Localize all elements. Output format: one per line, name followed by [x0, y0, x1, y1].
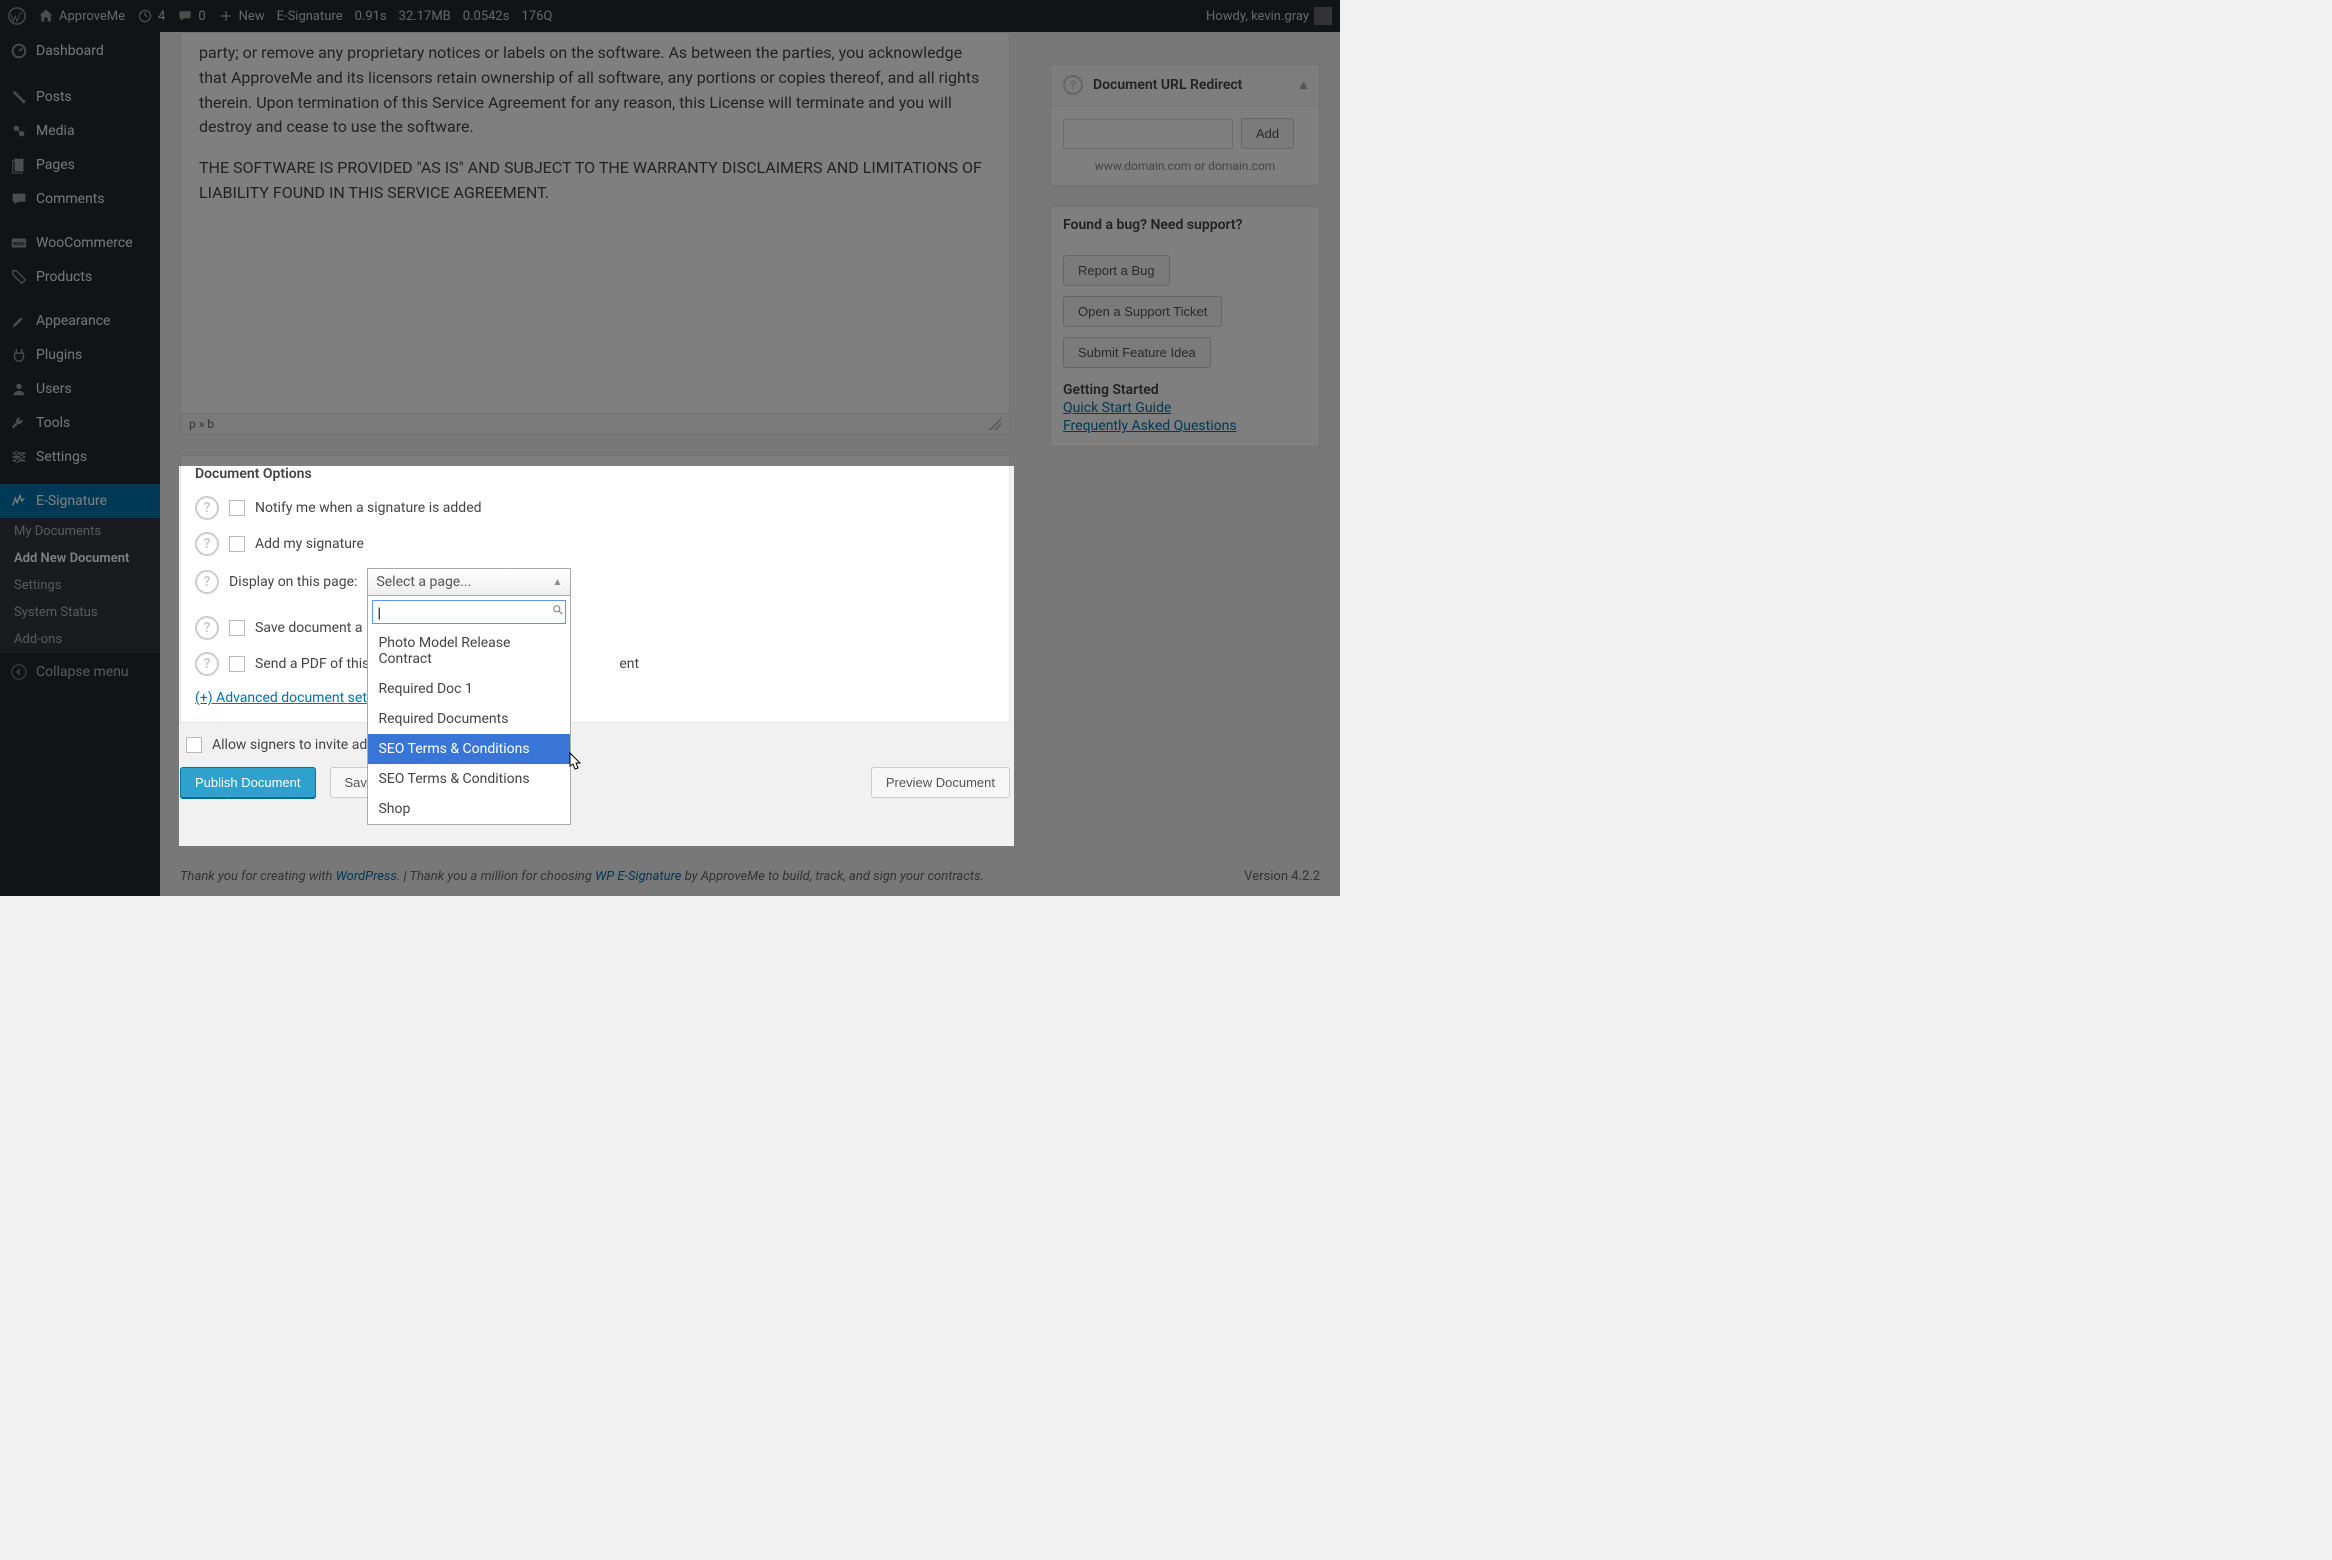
notify-checkbox[interactable]: [229, 500, 245, 516]
sidebar-item-comments[interactable]: Comments: [0, 182, 160, 216]
add-redirect-button[interactable]: Add: [1241, 118, 1294, 149]
panel-toggle-icon[interactable]: ▴: [1300, 77, 1307, 93]
stat-queries: 176Q: [521, 9, 552, 24]
help-icon[interactable]: ?: [195, 616, 219, 640]
sidebar-item-pages[interactable]: Pages: [0, 148, 160, 182]
send-pdf-checkbox[interactable]: [229, 656, 245, 672]
resize-handle-icon[interactable]: [989, 418, 1001, 430]
allow-invite-checkbox[interactable]: [186, 737, 202, 753]
add-signature-label: Add my signature: [255, 536, 364, 552]
support-title: Found a bug? Need support?: [1063, 217, 1242, 233]
sidebar-item-media[interactable]: Media: [0, 114, 160, 148]
comments-count[interactable]: 0: [177, 8, 205, 24]
open-ticket-button[interactable]: Open a Support Ticket: [1063, 296, 1222, 327]
document-options-title: Document Options: [181, 456, 1009, 490]
allow-invite-label: Allow signers to invite additi: [212, 737, 387, 753]
chevron-up-icon: ▲: [553, 577, 563, 588]
url-redirect-panel: ? Document URL Redirect ▴ Add www.domain…: [1050, 64, 1320, 186]
page-select-display[interactable]: Select a page... ▲: [367, 568, 571, 596]
esig-menu[interactable]: E-Signature: [277, 9, 343, 24]
stat-time: 0.91s: [355, 9, 387, 24]
notify-label: Notify me when a signature is added: [255, 500, 482, 516]
dropdown-option[interactable]: SEO Terms & Conditions: [368, 764, 570, 794]
editor-status-bar: p » b: [181, 413, 1009, 434]
help-icon[interactable]: ?: [1063, 75, 1083, 95]
admin-bar: ApproveMe 4 0 New E-Signature 0.91s 32.1…: [0, 0, 1340, 32]
page-select-dropdown: Photo Model Release ContractRequired Doc…: [367, 595, 571, 825]
editor-paragraph[interactable]: THE SOFTWARE IS PROVIDED "AS IS" AND SUB…: [199, 156, 991, 206]
publish-document-button[interactable]: Publish Document: [180, 767, 316, 798]
display-page-label: Display on this page:: [229, 574, 357, 590]
sidebar-item-posts[interactable]: Posts: [0, 80, 160, 114]
help-icon[interactable]: ?: [195, 532, 219, 556]
advanced-settings-link[interactable]: (+) Advanced document settin: [181, 682, 397, 722]
quick-start-link[interactable]: Quick Start Guide: [1063, 400, 1307, 416]
modal-dim-overlay: [0, 466, 179, 896]
url-redirect-title: Document URL Redirect: [1093, 77, 1242, 93]
redirect-hint: www.domain.com or domain.com: [1063, 149, 1307, 173]
document-options-panel: Document Options ? Notify me when a sign…: [180, 455, 1010, 723]
dropdown-option[interactable]: Required Doc 1: [368, 674, 570, 704]
modal-dim-overlay: [179, 846, 1014, 896]
search-icon: [552, 604, 564, 620]
add-signature-checkbox[interactable]: [229, 536, 245, 552]
cursor-icon: [564, 751, 584, 773]
editor-paragraph[interactable]: party; or remove any proprietary notices…: [199, 41, 991, 140]
sidebar-item-woocommerce[interactable]: wooWooCommerce: [0, 226, 160, 260]
page-select[interactable]: Select a page... ▲ Photo Model Release C…: [367, 568, 571, 596]
dropdown-option[interactable]: Photo Model Release Contract: [368, 628, 570, 674]
help-icon[interactable]: ?: [195, 652, 219, 676]
content-editor[interactable]: party; or remove any proprietary notices…: [180, 32, 1010, 435]
site-name[interactable]: ApproveMe: [38, 8, 125, 24]
getting-started-heading: Getting Started: [1063, 382, 1307, 398]
redirect-url-input[interactable]: [1063, 119, 1233, 149]
sidebar-item-dashboard[interactable]: Dashboard: [0, 32, 160, 70]
sidebar-item-appearance[interactable]: Appearance: [0, 304, 160, 338]
new-content[interactable]: New: [218, 8, 265, 24]
stat-mem: 32.17MB: [399, 9, 451, 24]
sidebar-item-plugins[interactable]: Plugins: [0, 338, 160, 372]
wp-logo-icon[interactable]: [8, 7, 26, 25]
support-panel: Found a bug? Need support? Report a Bug …: [1050, 206, 1320, 447]
howdy-user[interactable]: Howdy, kevin.gray: [1206, 7, 1332, 25]
svg-text:woo: woo: [13, 240, 25, 248]
updates-count[interactable]: 4: [137, 8, 165, 24]
help-icon[interactable]: ?: [195, 496, 219, 520]
editor-element-path[interactable]: p » b: [189, 417, 214, 431]
stat-qtime: 0.0542s: [463, 9, 510, 24]
faq-link[interactable]: Frequently Asked Questions: [1063, 418, 1307, 434]
preview-document-button[interactable]: Preview Document: [871, 767, 1010, 798]
dropdown-option[interactable]: Shop: [368, 794, 570, 824]
dropdown-option[interactable]: Required Documents: [368, 704, 570, 734]
report-bug-button[interactable]: Report a Bug: [1063, 255, 1170, 286]
sidebar-item-products[interactable]: Products: [0, 260, 160, 294]
sidebar-item-users[interactable]: Users: [0, 372, 160, 406]
dropdown-option[interactable]: SEO Terms & Conditions: [368, 734, 570, 764]
save-pdf-checkbox[interactable]: [229, 620, 245, 636]
dropdown-search-input[interactable]: [372, 600, 566, 624]
modal-dim-overlay: [1014, 466, 1340, 896]
help-icon[interactable]: ?: [195, 570, 219, 594]
save-pdf-label: Save document a: [255, 620, 362, 636]
feature-idea-button[interactable]: Submit Feature Idea: [1063, 337, 1211, 368]
avatar: [1314, 7, 1332, 25]
sidebar-item-tools[interactable]: Tools: [0, 406, 160, 440]
